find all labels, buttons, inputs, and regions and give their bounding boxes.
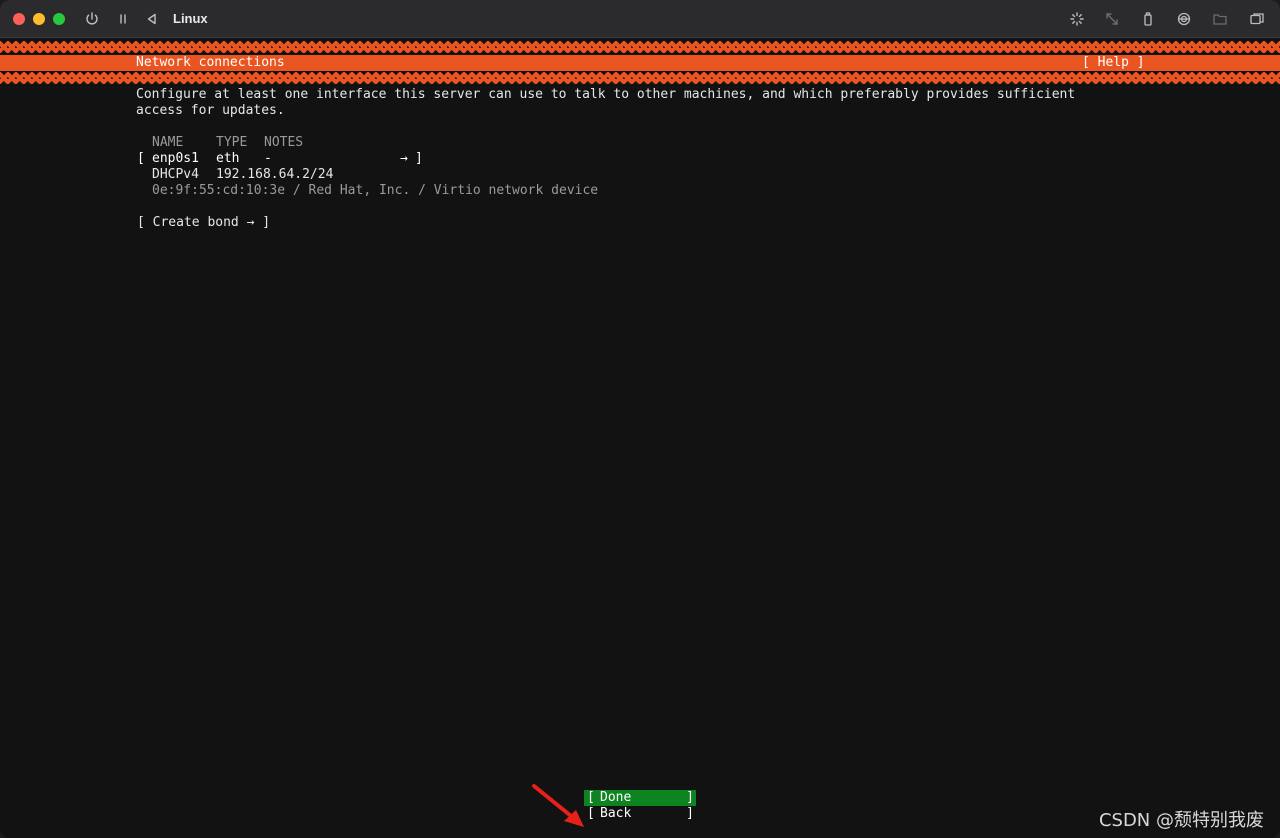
row-close-bracket: ]: [415, 151, 423, 166]
description-line-1: Configure at least one interface this se…: [136, 87, 1076, 102]
row-open-bracket: [: [137, 151, 145, 166]
watermark: CSDN @颓特别我废: [1098, 810, 1264, 831]
help-button[interactable]: [ Help ]: [1082, 55, 1145, 71]
interface-type: eth: [216, 151, 240, 166]
bottom-diamond-border: [0, 72, 1280, 84]
create-bond-button[interactable]: [ Create bond → ]: [137, 215, 270, 231]
power-icon[interactable]: [82, 9, 102, 29]
shared-folder-icon[interactable]: [1210, 9, 1230, 29]
interface-notes: -: [264, 151, 272, 166]
usb-icon[interactable]: [1138, 9, 1158, 29]
done-button[interactable]: [ Done ]: [584, 790, 696, 806]
zoom-window-button[interactable]: [53, 13, 65, 25]
row-arrow-icon: →: [400, 151, 408, 166]
window-title: Linux: [173, 11, 208, 26]
interface-address-row: DHCPv4 192.168.64.2/24: [0, 167, 1280, 183]
annotation-arrow: [532, 784, 584, 827]
table-header: NAME TYPE NOTES: [0, 135, 1280, 151]
address-value: 192.168.64.2/24: [216, 167, 334, 182]
column-notes: NOTES: [264, 135, 304, 150]
window-switch-icon[interactable]: [1247, 9, 1267, 29]
close-window-button[interactable]: [13, 13, 25, 25]
resize-icon[interactable]: [1102, 9, 1122, 29]
title-bar: Linux: [0, 0, 1280, 38]
interface-mac-info: 0e:9f:55:cd:10:3e / Red Hat, Inc. / Virt…: [152, 183, 599, 198]
installer-header: Network connections [ Help ]: [0, 55, 1280, 71]
pause-icon[interactable]: [113, 9, 133, 29]
vm-window: Linux Network connections [Help] Confi…: [0, 0, 1280, 838]
back-button[interactable]: [ Back ]: [584, 806, 696, 822]
interface-row-enp0s1[interactable]: [ enp0s1 eth - → ]: [0, 151, 1280, 167]
column-name: NAME: [152, 135, 184, 150]
page-title: Network connections: [136, 55, 285, 70]
network-icon[interactable]: [1174, 9, 1194, 29]
minimize-window-button[interactable]: [33, 13, 45, 25]
interface-name: enp0s1: [152, 151, 199, 166]
activity-icon[interactable]: [1067, 9, 1087, 29]
done-label: Done: [600, 790, 632, 805]
description-line-2: access for updates.: [136, 103, 285, 118]
column-type: TYPE: [216, 135, 248, 150]
back-label: Back: [600, 806, 632, 821]
back-icon[interactable]: [142, 9, 162, 29]
installer-screen: Network connections [ Help ] Configure a…: [0, 38, 1280, 838]
address-protocol: DHCPv4: [152, 167, 199, 182]
top-diamond-border: [0, 41, 1280, 53]
